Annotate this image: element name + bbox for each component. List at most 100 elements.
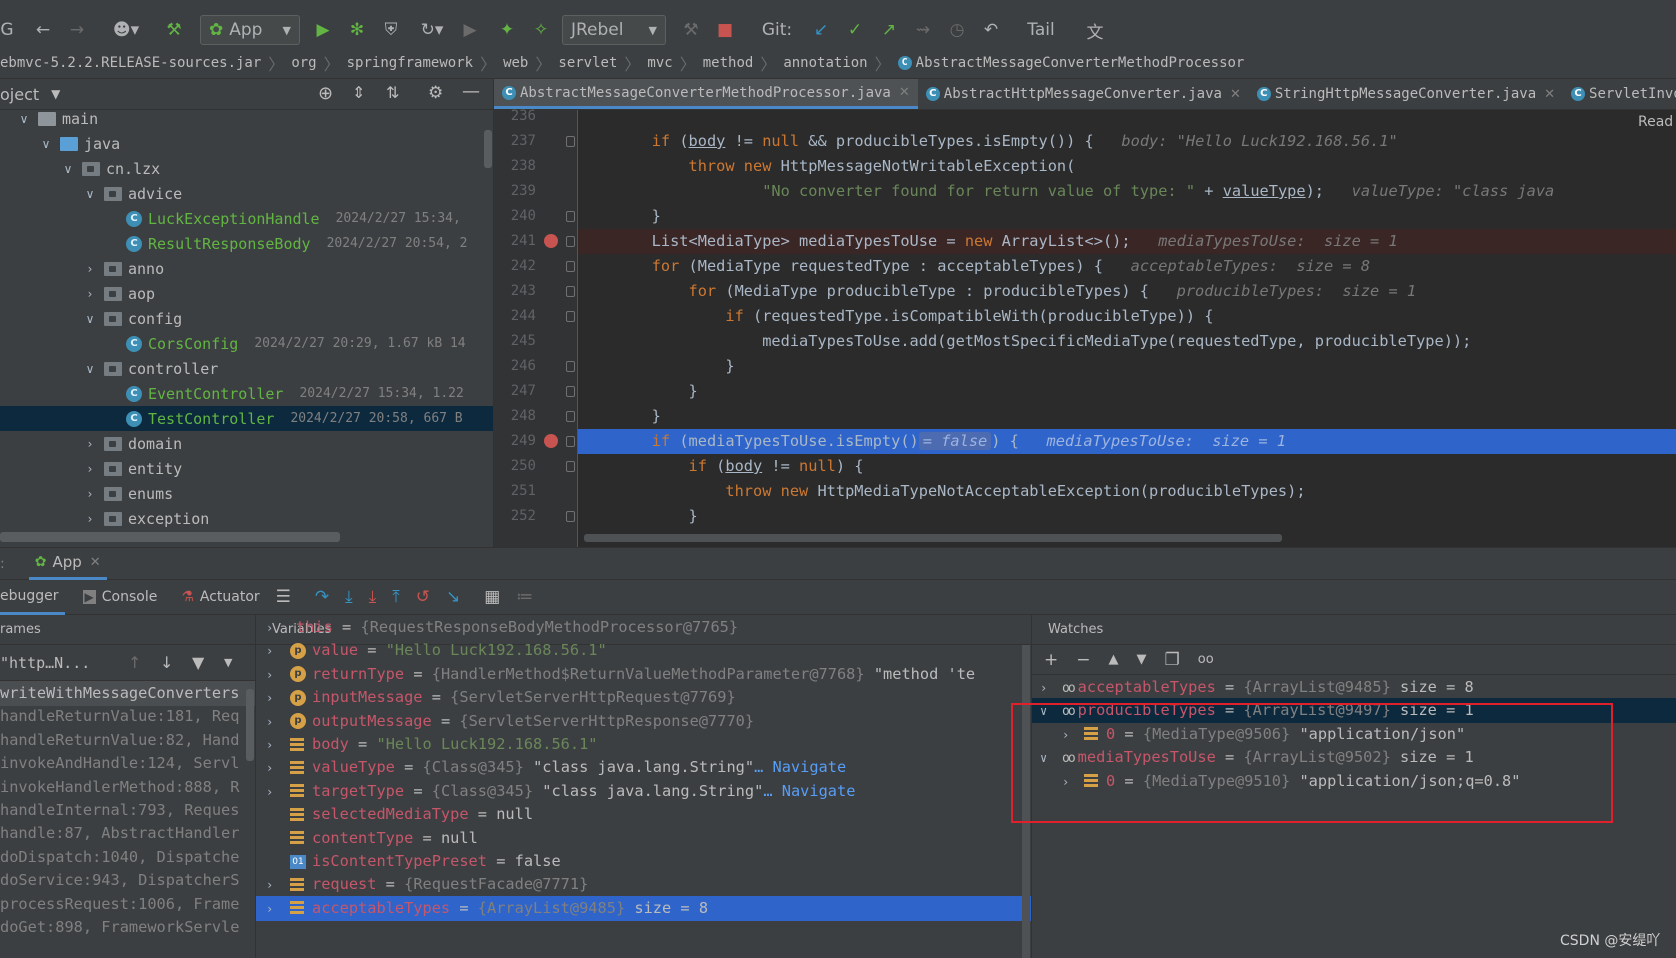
variable-row[interactable]: › body = "Hello Luck192.168.56.1" xyxy=(256,732,1031,757)
jrebel-run-icon[interactable]: ✦ xyxy=(494,12,520,48)
tree-item[interactable]: C LuckExceptionHandle 2024/2/27 15:34, xyxy=(104,206,461,231)
tree-item[interactable]: ∨ java xyxy=(38,131,121,156)
git-push-icon[interactable]: ↗ xyxy=(876,12,902,48)
variable-row[interactable]: › p value = "Hello Luck192.168.56.1" xyxy=(256,638,1031,663)
copy-icon[interactable]: ❐ xyxy=(1165,650,1180,670)
stack-frame[interactable]: writeWithMessageConverters xyxy=(0,681,255,706)
chevron-right-icon[interactable]: › xyxy=(266,897,290,922)
hammer-icon[interactable]: ⚒ xyxy=(160,12,188,48)
frames-scrollbar[interactable] xyxy=(246,689,254,761)
move-down-icon[interactable]: ▼ xyxy=(1137,652,1147,667)
jrebel-select[interactable]: JRebel ▼ xyxy=(562,15,666,45)
chevron-right-icon[interactable]: › xyxy=(266,780,290,805)
stack-frame[interactable]: invokeAndHandle:124, Servl xyxy=(0,751,255,776)
chevron-down-icon[interactable]: ∨ xyxy=(82,187,98,201)
fold-marker-icon[interactable] xyxy=(566,436,575,447)
stack-frame[interactable]: doDispatch:1040, Dispatche xyxy=(0,845,255,870)
chevron-right-icon[interactable]: › xyxy=(82,462,98,476)
breadcrumb-item[interactable]: AbstractMessageConverterMethodProcessor xyxy=(916,55,1245,71)
close-icon[interactable]: ✕ xyxy=(899,85,910,100)
tree-item[interactable]: C EventController 2024/2/27 15:34, 1.22 xyxy=(104,381,464,406)
session-tab-app[interactable]: ✿ App ✕ xyxy=(28,547,107,580)
step-over-icon[interactable]: ↷ xyxy=(315,587,329,607)
tree-item[interactable]: › exception xyxy=(82,506,210,531)
breadcrumb-item[interactable]: springframework xyxy=(347,55,473,71)
fold-marker-icon[interactable] xyxy=(566,511,575,522)
fold-marker-icon[interactable] xyxy=(566,461,575,472)
play-disabled-icon[interactable]: ▶ xyxy=(460,12,480,48)
add-icon[interactable]: + xyxy=(1044,650,1058,670)
chevron-down-icon[interactable]: ▼ xyxy=(224,656,232,669)
chevron-down-icon[interactable]: ∨ xyxy=(82,362,98,376)
chevron-down-icon[interactable]: ∨ xyxy=(60,162,76,176)
variable-row[interactable]: selectedMediaType = null xyxy=(256,802,1031,827)
chevron-right-icon[interactable]: › xyxy=(82,512,98,526)
tree-item[interactable]: ∨ advice xyxy=(82,181,183,206)
chevron-right-icon[interactable]: › xyxy=(266,663,290,688)
watch-row[interactable]: ∨ oo producibleTypes = {ArrayList@9497} si… xyxy=(1032,698,1676,724)
tree-item[interactable]: ∨ config xyxy=(82,306,183,331)
chevron-down-icon[interactable]: ∨ xyxy=(1040,746,1062,771)
forward-icon[interactable]: → xyxy=(64,12,90,48)
breadcrumb-item[interactable]: mvc xyxy=(647,55,672,71)
rollback-icon[interactable]: ↶ xyxy=(978,12,1004,48)
collapse-all-icon[interactable]: ⇅ xyxy=(386,83,399,102)
stop-icon[interactable]: ■ xyxy=(712,12,738,48)
coverage-icon[interactable]: ⛨ xyxy=(378,12,404,48)
tree-item[interactable]: › enums xyxy=(82,481,174,506)
watch-row[interactable]: › 0 = {MediaType@9506} "application/json" xyxy=(1032,722,1676,747)
tree-item[interactable]: › anno xyxy=(82,256,165,281)
back-icon[interactable]: ← xyxy=(30,12,56,48)
tree-item[interactable]: C ResultResponseBody 2024/2/27 20:54, 2 xyxy=(104,231,467,256)
arrow-up-icon[interactable]: ↑ xyxy=(128,653,141,672)
evaluate-icon[interactable]: ▦ xyxy=(484,587,500,607)
tree-item[interactable]: ∨ cn.lzx xyxy=(60,156,161,181)
hammer-disabled-icon[interactable]: ⚒ xyxy=(678,12,704,48)
close-icon[interactable]: ✕ xyxy=(90,555,101,570)
chevron-right-icon[interactable]: › xyxy=(82,437,98,451)
vertical-scrollbar[interactable] xyxy=(484,130,492,168)
chevron-right-icon[interactable]: › xyxy=(82,262,98,276)
variable-row[interactable]: contentType = null xyxy=(256,826,1031,851)
fold-marker-icon[interactable] xyxy=(566,236,575,247)
git-merge-icon[interactable]: ⇝ xyxy=(910,12,936,48)
chevron-right-icon[interactable]: › xyxy=(266,733,290,758)
chevron-right-icon[interactable]: › xyxy=(82,487,98,501)
reader-mode-label[interactable]: Read xyxy=(1638,114,1673,130)
navigate-link[interactable]: … Navigate xyxy=(754,758,846,776)
tab-debugger[interactable]: ebugger xyxy=(0,580,65,615)
chevron-right-icon[interactable]: › xyxy=(266,616,290,641)
gear-icon[interactable]: ⚙ xyxy=(428,83,443,103)
watch-row[interactable]: ∨ oo mediaTypesToUse = {ArrayList@9502} si… xyxy=(1032,745,1676,770)
tail-button[interactable]: Tail xyxy=(1016,12,1066,48)
breadcrumb-item[interactable]: web xyxy=(503,55,528,71)
variables-scrollbar[interactable] xyxy=(1022,645,1030,958)
stack-frame[interactable]: handleReturnValue:82, Hand xyxy=(0,728,255,753)
chevron-right-icon[interactable]: › xyxy=(82,287,98,301)
menu-icon[interactable]: ☰ xyxy=(276,587,291,607)
chevron-down-icon[interactable]: ∨ xyxy=(1040,699,1062,724)
user-menu-icon[interactable]: ☻▾ xyxy=(108,12,144,48)
run-to-cursor-icon[interactable]: ↘ xyxy=(446,587,460,607)
tree-item[interactable]: › aop xyxy=(82,281,156,306)
tree-item[interactable]: C TestController 2024/2/27 20:58, 667 B xyxy=(0,406,493,431)
filter-icon[interactable]: ▼ xyxy=(192,653,204,672)
chevron-right-icon[interactable]: › xyxy=(1062,770,1084,795)
chevron-right-icon[interactable]: › xyxy=(266,686,290,711)
breadcrumb-item[interactable]: ebmvc-5.2.2.RELEASE-sources.jar xyxy=(0,55,261,71)
arrow-down-icon[interactable]: ↓ xyxy=(160,653,173,672)
profile-icon[interactable]: ↻▾ xyxy=(412,12,452,48)
chevron-down-icon[interactable]: ∨ xyxy=(16,112,32,126)
drop-frame-icon[interactable]: ↺ xyxy=(416,587,430,607)
run-icon[interactable]: ▶ xyxy=(310,12,336,48)
chevron-right-icon[interactable]: › xyxy=(266,710,290,735)
step-into-icon[interactable]: ⤓ xyxy=(345,587,353,607)
stack-frame[interactable]: processRequest:1006, Frame xyxy=(0,892,255,917)
move-up-icon[interactable]: ▲ xyxy=(1109,652,1119,667)
tree-item[interactable]: › domain xyxy=(82,431,183,456)
tree-item[interactable]: C CorsConfig 2024/2/27 20:29, 1.67 kB 14 xyxy=(104,331,466,356)
variable-row[interactable]: › p inputMessage = {ServletServerHttpReque… xyxy=(256,685,1031,710)
watch-row[interactable]: › 0 = {MediaType@9510} "application/json;… xyxy=(1032,769,1676,794)
history-icon[interactable]: ◷ xyxy=(944,12,970,48)
step-out-icon[interactable]: ⤒ xyxy=(392,587,400,607)
